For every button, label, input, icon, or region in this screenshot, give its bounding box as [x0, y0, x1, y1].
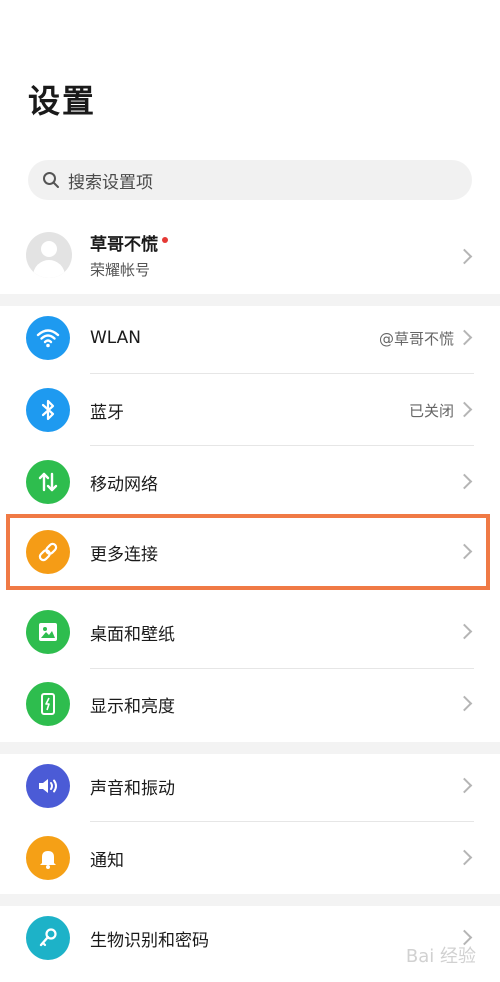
settings-item-label: 蓝牙 [90, 402, 124, 423]
settings-item-label: 通知 [90, 850, 124, 871]
bell-icon [26, 836, 70, 880]
highlight-box [6, 514, 490, 590]
settings-item-label: 桌面和壁纸 [90, 624, 175, 645]
search-placeholder: 搜索设置项 [68, 172, 153, 193]
wifi-icon [26, 316, 70, 360]
search-bar[interactable]: 搜索设置项 [28, 160, 472, 200]
watermark: Bai 经验 [405, 946, 476, 967]
mobile-data-icon [26, 460, 70, 504]
chevron-right-icon [456, 329, 473, 346]
settings-item-value: 已关闭 [408, 401, 454, 420]
wallpaper-icon [26, 610, 70, 654]
sound-icon [26, 764, 70, 808]
settings-item-wallpaper[interactable]: 桌面和壁纸 [0, 596, 500, 668]
key-icon [26, 916, 70, 960]
settings-item-wlan[interactable]: WLAN @草哥不慌 [0, 302, 500, 374]
account-subtitle: 荣耀帐号 [90, 261, 151, 279]
settings-item-sound[interactable]: 声音和振动 [0, 750, 500, 822]
settings-item-label: WLAN [90, 328, 142, 348]
notification-dot [162, 236, 168, 243]
settings-item-display[interactable]: 显示和亮度 [0, 668, 500, 740]
account-row[interactable]: 草哥不慌 荣耀帐号 [0, 222, 500, 288]
bluetooth-icon [26, 388, 70, 432]
settings-item-notifications[interactable]: 通知 [0, 822, 500, 894]
chevron-right-icon [456, 401, 473, 418]
chevron-right-icon [456, 777, 473, 794]
settings-item-bluetooth[interactable]: 蓝牙 已关闭 [0, 374, 500, 446]
settings-item-label: 移动网络 [90, 474, 158, 495]
chevron-right-icon [456, 849, 473, 866]
settings-item-mobile-network[interactable]: 移动网络 [0, 446, 500, 518]
settings-item-label: 显示和亮度 [90, 696, 175, 717]
chevron-right-icon [456, 248, 473, 265]
display-icon [26, 682, 70, 726]
settings-item-label: 生物识别和密码 [90, 930, 209, 951]
chevron-right-icon [456, 623, 473, 640]
account-name: 草哥不慌 [90, 235, 158, 255]
search-icon [42, 171, 60, 189]
chevron-right-icon [456, 473, 473, 490]
settings-item-label: 声音和振动 [90, 778, 175, 799]
settings-item-value: @草哥不慌 [378, 329, 454, 348]
avatar [26, 232, 72, 278]
chevron-right-icon [456, 695, 473, 712]
page-title: 设置 [28, 82, 97, 120]
